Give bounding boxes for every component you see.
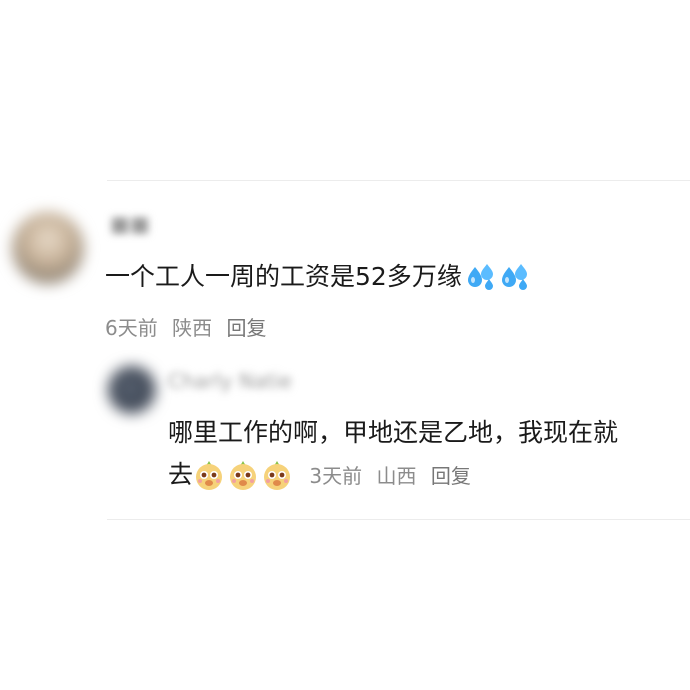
timestamp: 6天前: [105, 316, 158, 340]
reply-text: 哪里工作的啊，甲地还是乙地，我现在就 去 3天前 山西 回复: [168, 412, 688, 504]
sweat-drops-icon: [466, 262, 496, 304]
reply-username[interactable]: Charly Natie: [168, 369, 292, 393]
meerkat-face-icon: [227, 459, 259, 504]
reply-reply-button[interactable]: 回复: [431, 464, 471, 488]
sweat-drops-icon: [500, 262, 530, 304]
reply-body-line2: 去: [168, 460, 194, 489]
comment-meta: 6天前 陕西 回复: [105, 312, 274, 341]
comment-body: 一个工人一周的工资是52多万缘: [105, 262, 462, 291]
username[interactable]: ■■: [110, 212, 150, 236]
meerkat-face-icon: [193, 459, 225, 504]
divider: [107, 180, 690, 181]
reply-timestamp: 3天前: [309, 464, 363, 488]
location: 陕西: [172, 316, 213, 340]
reply-meta: 3天前 山西 回复: [303, 464, 479, 488]
avatar[interactable]: [12, 212, 84, 284]
reply-body-line2-wrap: 去 3天前 山西 回复: [168, 454, 688, 504]
comment-thread: ■■ 一个工人一周的工资是52多万缘 6天前 陕西 回复 Charly Nati…: [0, 0, 690, 690]
reply-body-line1: 哪里工作的啊，甲地还是乙地，我现在就: [168, 418, 619, 447]
comment-text: 一个工人一周的工资是52多万缘: [105, 256, 530, 304]
meerkat-face-icon: [261, 459, 293, 504]
reply-location: 山西: [376, 464, 417, 488]
divider: [107, 519, 690, 520]
reply-button[interactable]: 回复: [226, 316, 266, 340]
reply-avatar[interactable]: [108, 366, 156, 414]
